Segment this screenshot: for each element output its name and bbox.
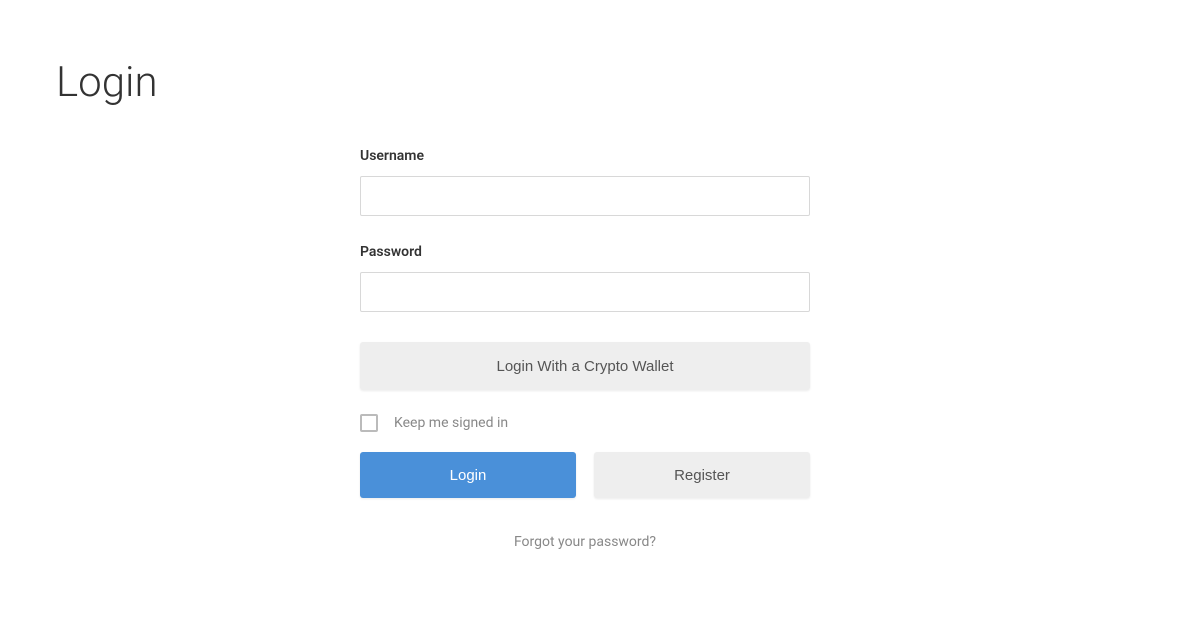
keep-signed-in-checkbox[interactable] — [360, 414, 378, 432]
forgot-password-link[interactable]: Forgot your password? — [360, 534, 810, 550]
password-input[interactable] — [360, 272, 810, 312]
login-form: Username Password Login With a Crypto Wa… — [360, 148, 810, 550]
register-button[interactable]: Register — [594, 452, 810, 498]
password-label: Password — [360, 244, 810, 260]
page-title: Login — [56, 58, 158, 107]
username-label: Username — [360, 148, 810, 164]
keep-signed-in-label[interactable]: Keep me signed in — [394, 415, 508, 431]
button-row: Login Register — [360, 452, 810, 498]
login-button[interactable]: Login — [360, 452, 576, 498]
keep-signed-in-row: Keep me signed in — [360, 414, 810, 432]
username-group: Username — [360, 148, 810, 216]
password-group: Password — [360, 244, 810, 312]
username-input[interactable] — [360, 176, 810, 216]
crypto-wallet-login-button[interactable]: Login With a Crypto Wallet — [360, 342, 810, 390]
